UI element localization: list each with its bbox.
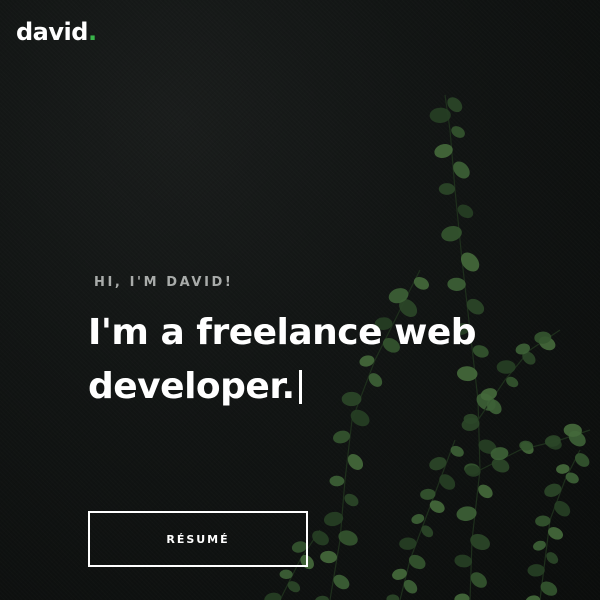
site-logo[interactable]: david. [16, 20, 97, 44]
hero-eyebrow: HI, I'M DAVID! [94, 275, 234, 290]
vine-leaves-image [264, 94, 591, 600]
headline-text: I'm a freelance web developer. [88, 312, 477, 407]
resume-button[interactable]: RÉSUMÉ [88, 511, 308, 567]
hero-headline: I'm a freelance web developer. [88, 306, 558, 414]
logo-text: david [16, 18, 88, 46]
typing-cursor [298, 370, 302, 404]
hero-section: david. HI, I'M DAVID! I'm a freelance we… [0, 0, 600, 600]
wall-texture [0, 0, 600, 600]
logo-dot: . [87, 18, 97, 46]
